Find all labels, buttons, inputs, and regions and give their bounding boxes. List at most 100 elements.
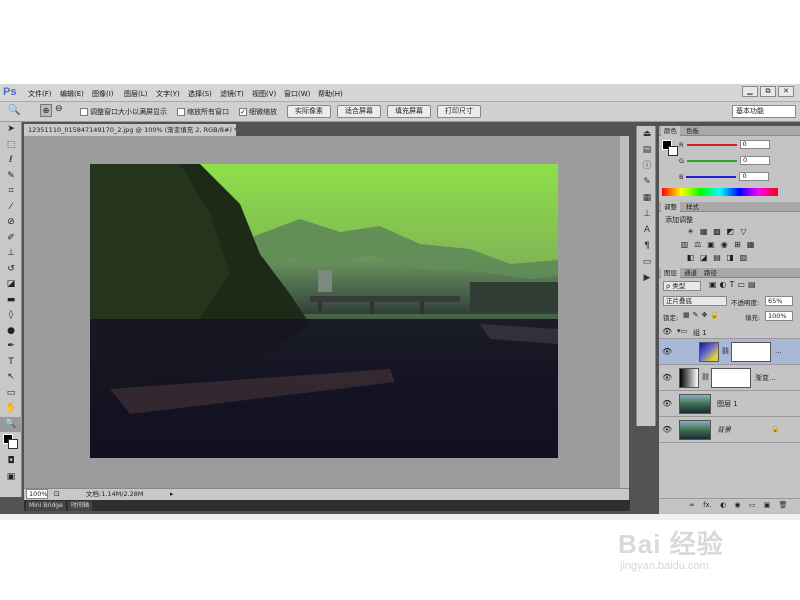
brightness-icon[interactable]: ☀: [685, 227, 696, 237]
status-icon[interactable]: ⊡: [54, 489, 60, 500]
tab-layers[interactable]: 图层: [661, 268, 680, 278]
hue-sat-icon[interactable]: ▥: [679, 240, 690, 250]
canvas-area[interactable]: [24, 136, 629, 488]
layer-row-selected[interactable]: 👁 ⛓ ...: [659, 339, 800, 365]
menu-edit[interactable]: 编辑(E): [60, 89, 84, 99]
status-arrow-icon[interactable]: ▸: [170, 489, 174, 500]
tab-timeline[interactable]: 时间轴: [68, 501, 93, 511]
tab-color[interactable]: 颜色: [661, 126, 680, 136]
gradient-map-icon[interactable]: ◨: [725, 253, 736, 263]
zoom-tool-icon[interactable]: 🔍: [8, 105, 20, 116]
menu-view[interactable]: 视图(V): [252, 89, 276, 99]
red-slider[interactable]: R 0: [679, 140, 770, 149]
layer-row-layer1[interactable]: 👁 图层 1: [659, 391, 800, 417]
blue-track[interactable]: [686, 175, 737, 178]
scrubby-zoom-checkbox[interactable]: ✓ 细微缩放: [239, 107, 277, 117]
tool-presets-icon[interactable]: ▭: [637, 254, 657, 270]
layer-row-group[interactable]: 👁 ▾▭ 组 1: [659, 325, 800, 339]
visibility-eye-icon[interactable]: 👁: [662, 347, 672, 356]
dodge-tool-icon[interactable]: ●: [0, 324, 22, 340]
color-lookup-icon[interactable]: ▦: [745, 240, 756, 250]
menu-layer[interactable]: 图层(L): [124, 89, 147, 99]
visibility-eye-icon[interactable]: 👁: [662, 399, 672, 408]
green-track[interactable]: [687, 159, 738, 162]
character-icon[interactable]: A: [637, 222, 657, 238]
brush-presets-icon[interactable]: ▦: [637, 190, 657, 206]
tab-swatches[interactable]: 色板: [683, 126, 702, 136]
blue-value[interactable]: 0: [739, 172, 770, 181]
blue-slider[interactable]: B 0: [679, 172, 770, 181]
levels-icon[interactable]: ▦: [698, 227, 709, 237]
layer-filter-select[interactable]: ρ 类型: [663, 281, 701, 291]
color-balance-icon[interactable]: ⚖: [692, 240, 703, 250]
eraser-tool-icon[interactable]: ◪: [0, 277, 22, 293]
layer-filter-icons[interactable]: ▣◐T▭▤: [709, 280, 759, 289]
background-color[interactable]: [8, 439, 18, 449]
blur-tool-icon[interactable]: ◊: [0, 308, 22, 324]
mask-icon[interactable]: ◐: [720, 501, 726, 509]
checkbox-box[interactable]: [177, 108, 185, 116]
healing-tool-icon[interactable]: ⊘: [0, 215, 22, 231]
zoom-out-icon[interactable]: ⊖: [55, 104, 63, 114]
quick-mask-icon[interactable]: ◘: [0, 454, 22, 470]
paragraph-icon[interactable]: ¶: [637, 238, 657, 254]
vibrance-icon[interactable]: ▽: [738, 227, 749, 237]
eyedropper-tool-icon[interactable]: ⁄: [0, 200, 22, 216]
zoom-tool-icon[interactable]: 🔍: [0, 416, 22, 432]
close-button[interactable]: ✕: [778, 86, 794, 97]
zoom-all-windows-checkbox[interactable]: 缩放所有窗口: [177, 107, 229, 117]
vertical-scrollbar[interactable]: [620, 136, 629, 488]
new-layer-icon[interactable]: ▣: [764, 501, 771, 509]
opacity-input[interactable]: 65%: [765, 296, 793, 306]
checkbox-box[interactable]: [80, 108, 88, 116]
quick-select-tool-icon[interactable]: ✎: [0, 169, 22, 185]
selective-color-icon[interactable]: ▧: [738, 253, 749, 263]
print-size-button[interactable]: 打印尺寸: [437, 105, 481, 118]
clone-source-icon[interactable]: ⊥: [637, 206, 657, 222]
restore-button[interactable]: ⧉: [760, 86, 776, 97]
zoom-in-icon[interactable]: ⊕: [40, 104, 52, 117]
tab-channels[interactable]: 通道: [681, 268, 700, 278]
visibility-eye-icon[interactable]: 👁: [662, 373, 672, 382]
properties-icon[interactable]: ▤: [637, 142, 657, 158]
fx-icon[interactable]: fx.: [703, 501, 712, 509]
adjustment-icon[interactable]: ◉: [735, 501, 741, 509]
screen-mode-icon[interactable]: ▣: [0, 470, 22, 486]
lasso-tool-icon[interactable]: ℓ: [0, 153, 22, 169]
threshold-icon[interactable]: ▤: [711, 253, 722, 263]
minimize-button[interactable]: ▁: [742, 86, 758, 97]
tab-styles[interactable]: 样式: [683, 202, 702, 212]
path-select-tool-icon[interactable]: ↖: [0, 370, 22, 386]
crop-tool-icon[interactable]: ⌗: [0, 184, 22, 200]
menu-image[interactable]: 图像(I): [92, 89, 114, 99]
info-icon[interactable]: ⓘ: [637, 158, 657, 174]
black-white-icon[interactable]: ▣: [705, 240, 716, 250]
photo-filter-icon[interactable]: ◉: [719, 240, 730, 250]
menu-help[interactable]: 帮助(H): [318, 89, 343, 99]
history-icon[interactable]: ⏏: [637, 126, 657, 142]
shape-tool-icon[interactable]: ▭: [0, 386, 22, 402]
fill-input[interactable]: 100%: [765, 311, 793, 321]
visibility-eye-icon[interactable]: 👁: [662, 327, 672, 336]
exposure-icon[interactable]: ◩: [725, 227, 736, 237]
layer-row-gradient[interactable]: 👁 ⛓ 渐变...: [659, 365, 800, 391]
pen-tool-icon[interactable]: ✒: [0, 339, 22, 355]
menu-window[interactable]: 窗口(W): [284, 89, 310, 99]
color-spectrum[interactable]: [662, 188, 778, 196]
gradient-tool-icon[interactable]: ▬: [0, 293, 22, 309]
actual-pixels-button[interactable]: 实际像素: [287, 105, 331, 118]
document-image[interactable]: [90, 164, 558, 458]
green-slider[interactable]: G 0: [679, 156, 771, 165]
curves-icon[interactable]: ▩: [711, 227, 722, 237]
document-tab[interactable]: 12351110_015847149170_2.jpg @ 100% (渐变填充…: [24, 124, 236, 136]
hand-tool-icon[interactable]: ✋: [0, 401, 22, 417]
invert-icon[interactable]: ◧: [685, 253, 696, 263]
tab-adjustments[interactable]: 调整: [661, 202, 680, 212]
blend-mode-select[interactable]: 正片叠底: [663, 296, 727, 306]
type-tool-icon[interactable]: T: [0, 355, 22, 371]
lock-icons[interactable]: ▦✎✥🔒: [683, 311, 722, 319]
layer-row-background[interactable]: 👁 背景 🔒: [659, 417, 800, 443]
brush-icon[interactable]: ✎: [637, 174, 657, 190]
menu-file[interactable]: 文件(F): [28, 89, 52, 99]
tab-paths[interactable]: 路径: [701, 268, 720, 278]
